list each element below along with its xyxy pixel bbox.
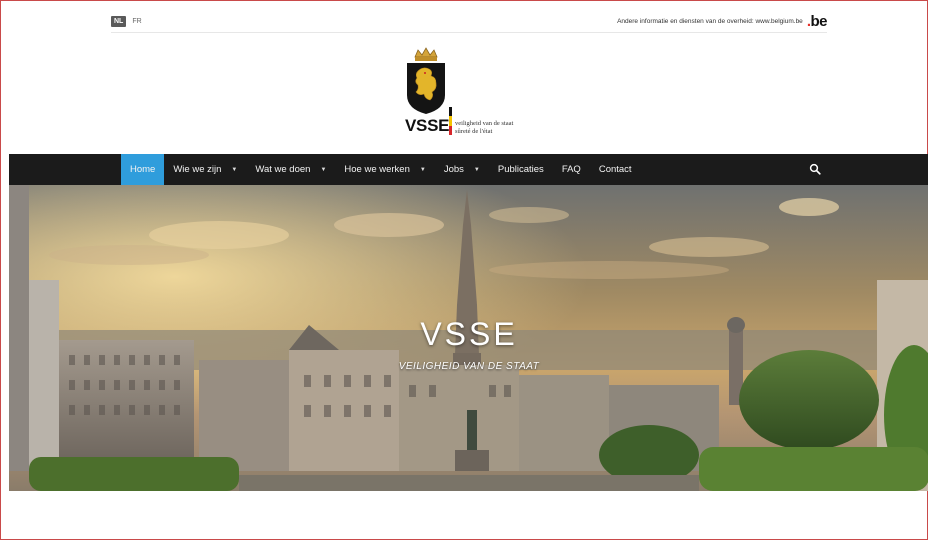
- nav-item-label: Publicaties: [497, 164, 544, 175]
- nav-item-label: Wie we zijn: [173, 164, 222, 175]
- caret-down-icon: ▼: [231, 166, 238, 173]
- belgium-be-logo[interactable]: . be: [807, 13, 828, 30]
- caret-down-icon: ▼: [419, 166, 426, 173]
- nav-item-publicaties[interactable]: Publicaties: [489, 154, 553, 185]
- nav-item-wat-we-doen[interactable]: Wat we doen ▼: [246, 154, 335, 185]
- caret-down-icon: ▼: [473, 166, 480, 173]
- government-info-link[interactable]: Andere informatie en diensten van de ove…: [617, 18, 803, 25]
- nav-item-contact[interactable]: Contact: [590, 154, 641, 185]
- language-nl[interactable]: NL: [111, 16, 127, 27]
- nav-item-home[interactable]: Home: [121, 154, 165, 185]
- nav-item-jobs[interactable]: Jobs ▼: [435, 154, 489, 185]
- belgian-flag-bars: [449, 107, 452, 135]
- logo-subtitle-fr: sûreté de l'état: [455, 128, 493, 135]
- crest-icon: [407, 47, 445, 114]
- hero-subtitle: VEILIGHEID VAN DE STAAT: [398, 361, 540, 372]
- nav-item-hoe-we-werken[interactable]: Hoe we werken ▼: [335, 154, 434, 185]
- logo-subtitle-nl: veiligheid van de staat: [455, 120, 514, 127]
- nav-item-label: Jobs: [443, 164, 464, 175]
- nav-items: Home Wie we zijn ▼ Wat we doen ▼ Hoe we werke…: [121, 154, 641, 185]
- nav-item-label: Wat we doen: [255, 164, 311, 175]
- nav-item-label: FAQ: [561, 164, 581, 175]
- hero-title: VSSE: [420, 316, 518, 352]
- hero-banner: VSSE VEILIGHEID VAN DE STAAT: [9, 185, 928, 491]
- language-switcher: NL FR: [111, 16, 142, 27]
- caret-down-icon: ▼: [320, 166, 327, 173]
- nav-item-wie-we-zijn[interactable]: Wie we zijn ▼: [164, 154, 246, 185]
- main-navigation: Home Wie we zijn ▼ Wat we doen ▼ Hoe we werke…: [9, 154, 928, 185]
- top-utility-bar: NL FR Andere informatie en diensten van …: [111, 11, 827, 33]
- nav-item-label: Home: [130, 164, 156, 175]
- nav-item-faq[interactable]: FAQ: [553, 154, 590, 185]
- logo-name: VSSE: [405, 116, 450, 135]
- page-frame: NL FR Andere informatie en diensten van …: [0, 0, 928, 540]
- language-fr[interactable]: FR: [132, 18, 141, 25]
- site-logo[interactable]: VSSE veiligheid van de staat sûreté de l…: [403, 47, 543, 142]
- nav-item-label: Hoe we werken: [344, 164, 410, 175]
- government-info: Andere informatie en diensten van de ove…: [617, 13, 827, 30]
- logo-subtitle: veiligheid van de staat sûreté de l'état: [455, 120, 513, 136]
- search-icon[interactable]: [809, 163, 821, 175]
- nav-item-label: Contact: [598, 164, 632, 175]
